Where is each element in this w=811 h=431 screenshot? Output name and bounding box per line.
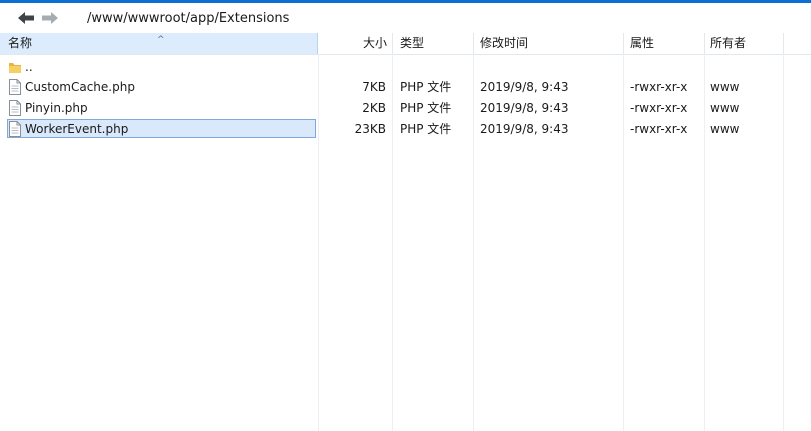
- column-header-name[interactable]: 名称 ^: [0, 33, 318, 54]
- file-icon: [9, 79, 21, 95]
- folder-icon: [9, 63, 21, 73]
- file-icon: [9, 100, 21, 116]
- file-type: PHP 文件: [400, 80, 452, 94]
- file-icon: [9, 121, 21, 137]
- path-input[interactable]: /www/wwwroot/app/Extensions: [63, 6, 811, 30]
- column-header-name-label: 名称: [8, 36, 33, 50]
- column-header-attributes-label: 属性: [630, 36, 655, 50]
- column-header-owner[interactable]: 所有者: [710, 33, 780, 54]
- column-header-modified-label: 修改时间: [480, 36, 529, 50]
- file-modified: 2019/9/8, 9:43: [480, 80, 569, 94]
- file-owner: www: [710, 101, 740, 115]
- column-header-type-label: 类型: [400, 36, 425, 50]
- file-type: PHP 文件: [400, 101, 452, 115]
- file-modified: 2019/9/8, 9:43: [480, 101, 569, 115]
- column-header-attributes[interactable]: 属性: [630, 33, 700, 54]
- file-row-parent-directory[interactable]: ..: [0, 57, 811, 77]
- path-text: /www/wwwroot/app/Extensions: [87, 11, 290, 26]
- file-name: CustomCache.php: [25, 80, 135, 94]
- navigation-toolbar: /www/wwwroot/app/Extensions: [0, 3, 811, 33]
- file-row-selected[interactable]: WorkerEvent.php 23KB PHP 文件 2019/9/8, 9:…: [0, 119, 811, 139]
- arrow-right-icon: [42, 12, 58, 24]
- file-size: 2KB: [362, 101, 386, 115]
- file-name: Pinyin.php: [25, 101, 88, 115]
- file-size: 23KB: [354, 122, 386, 136]
- arrow-left-icon: [18, 12, 34, 24]
- column-header-type[interactable]: 类型: [400, 33, 470, 54]
- column-header-row: 名称 ^ 大小 类型 修改时间 属性 所有者: [0, 33, 811, 55]
- file-size: 7KB: [362, 80, 386, 94]
- column-header-owner-label: 所有者: [710, 36, 747, 50]
- column-header-size-label: 大小: [362, 36, 387, 50]
- file-attributes: -rwxr-xr-x: [630, 80, 688, 94]
- sort-ascending-icon: ^: [157, 35, 165, 45]
- file-row[interactable]: Pinyin.php 2KB PHP 文件 2019/9/8, 9:43 -rw…: [0, 98, 811, 118]
- file-owner: www: [710, 122, 740, 136]
- column-header-modified[interactable]: 修改时间: [480, 33, 620, 54]
- file-name: ..: [25, 60, 33, 74]
- file-modified: 2019/9/8, 9:43: [480, 122, 569, 136]
- file-row[interactable]: CustomCache.php 7KB PHP 文件 2019/9/8, 9:4…: [0, 77, 811, 97]
- forward-button[interactable]: [41, 9, 59, 27]
- back-button[interactable]: [17, 9, 35, 27]
- file-attributes: -rwxr-xr-x: [630, 101, 688, 115]
- file-name: WorkerEvent.php: [25, 122, 129, 136]
- file-type: PHP 文件: [400, 122, 452, 136]
- file-attributes: -rwxr-xr-x: [630, 122, 688, 136]
- column-header-size[interactable]: 大小: [320, 33, 387, 54]
- file-owner: www: [710, 80, 740, 94]
